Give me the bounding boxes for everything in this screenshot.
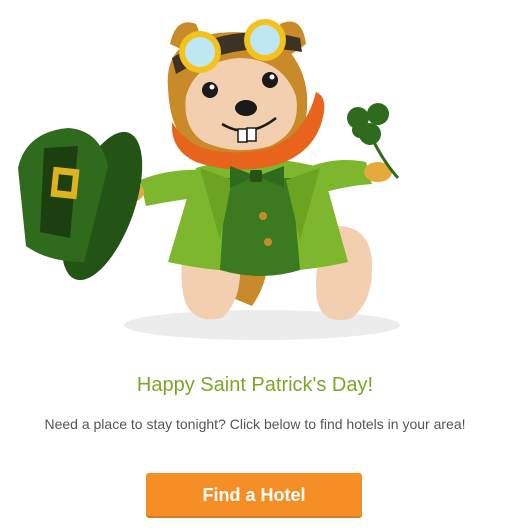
ground-shadow: [124, 310, 400, 340]
find-hotel-button[interactable]: Find a Hotel: [146, 473, 362, 518]
leprechaun-hat-icon: [18, 128, 143, 281]
headline: Happy Saint Patrick's Day!: [136, 374, 374, 396]
subtext: Need a place to stay tonight? Click belo…: [44, 416, 466, 432]
email-card: Happy Saint Patrick's Day! Need a place …: [0, 0, 510, 532]
hero-illustration: [0, 0, 510, 350]
